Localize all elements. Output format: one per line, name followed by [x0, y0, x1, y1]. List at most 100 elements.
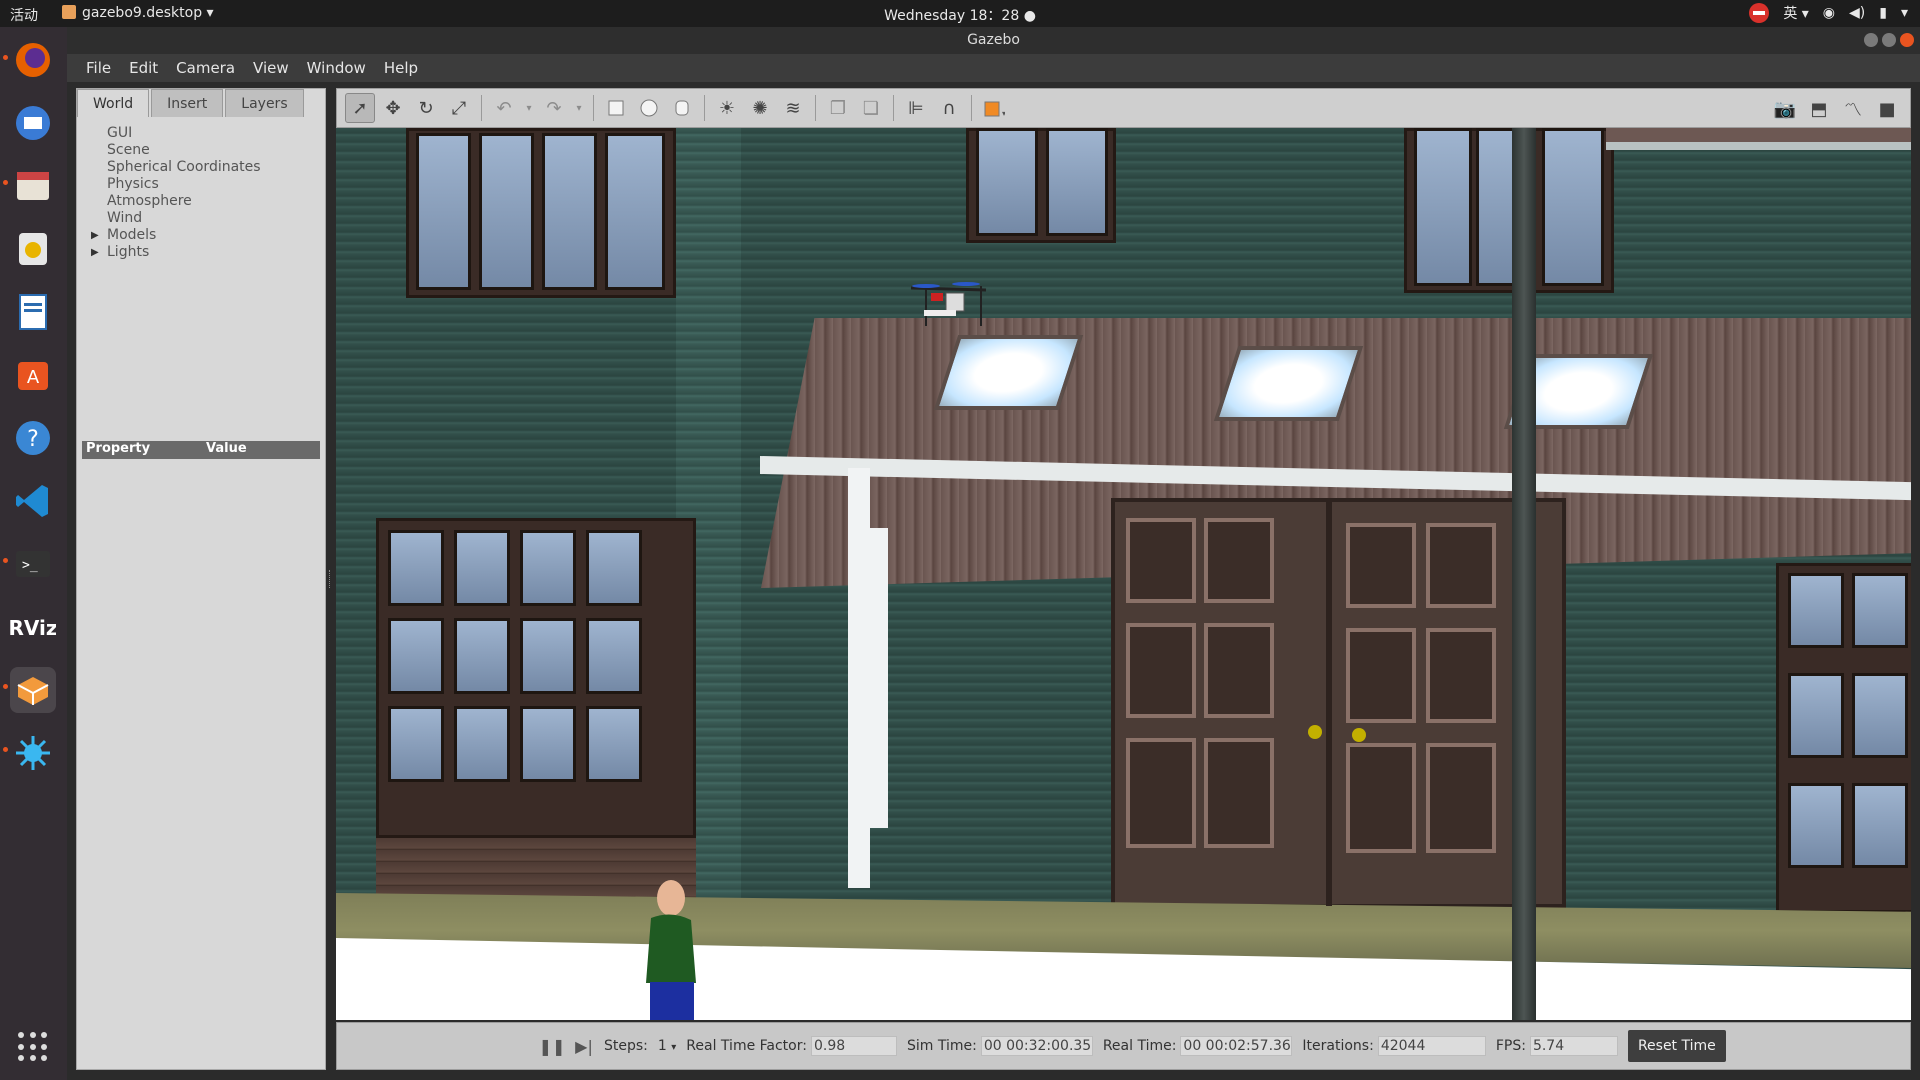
tree-item-spherical-coordinates[interactable]: Spherical Coordinates	[87, 159, 261, 176]
steps-spinner[interactable]: 1 ▾	[658, 1038, 676, 1054]
thunderbird-icon[interactable]	[10, 100, 56, 146]
tree-item-lights[interactable]: ▶ Lights	[87, 244, 261, 261]
window-pane	[520, 706, 576, 782]
tree-item-scene[interactable]: Scene	[87, 142, 261, 159]
gazebo-icon[interactable]	[10, 667, 56, 713]
menu-file[interactable]: File	[77, 59, 120, 77]
window-pane	[454, 530, 510, 606]
scale-mode-icon[interactable]: ⤢	[444, 93, 474, 123]
terminal-icon[interactable]: >_	[10, 541, 56, 587]
tree-item-models[interactable]: ▶ Models	[87, 227, 261, 244]
window-pane	[1852, 673, 1908, 758]
record-video-icon[interactable]: ■	[1872, 94, 1902, 124]
menu-window[interactable]: Window	[298, 59, 375, 77]
fps-label: FPS:	[1495, 1038, 1526, 1054]
cylinder-shape-icon[interactable]	[667, 93, 697, 123]
box-shape-icon[interactable]	[601, 93, 631, 123]
tab-world[interactable]: World	[77, 89, 150, 117]
clock[interactable]: Wednesday 18：28	[884, 8, 1019, 24]
select-mode-icon[interactable]: ➚	[345, 93, 375, 123]
rviz-icon[interactable]: RViz	[10, 604, 56, 650]
window-pane	[388, 530, 444, 606]
system-menu-chevron-icon[interactable]: ▾	[1901, 5, 1908, 21]
window-pane	[976, 128, 1038, 236]
notification-dot-icon: ●	[1023, 8, 1036, 24]
world-tree: GUI Scene Spherical Coordinates Physics …	[87, 125, 261, 261]
value-column-header[interactable]: Value	[202, 441, 247, 459]
app-menu[interactable]: gazebo9.desktop ▾	[62, 5, 214, 21]
align-icon[interactable]: ⊫	[901, 93, 931, 123]
property-column-header[interactable]: Property	[82, 441, 202, 459]
translate-mode-icon[interactable]: ✥	[378, 93, 408, 123]
input-method-label: 英	[1783, 6, 1798, 22]
walking-person-model[interactable]	[636, 878, 706, 1020]
copy-icon[interactable]: ❐	[823, 93, 853, 123]
show-applications-icon[interactable]	[18, 1032, 48, 1062]
reset-time-button[interactable]: Reset Time	[1627, 1030, 1726, 1062]
activities-button[interactable]: 活动	[10, 5, 38, 25]
tab-layers[interactable]: Layers	[225, 89, 304, 117]
do-not-disturb-icon[interactable]	[1749, 3, 1770, 23]
steps-chevron-icon[interactable]: ▾	[671, 1042, 676, 1053]
svg-text:?: ?	[27, 427, 39, 452]
expand-arrow-icon[interactable]: ▶	[91, 227, 99, 244]
sim-time-label: Sim Time:	[906, 1038, 977, 1054]
directional-light-icon[interactable]: ≋	[778, 93, 808, 123]
input-method-indicator[interactable]: 英 ▾	[1783, 3, 1808, 23]
paste-icon[interactable]: ❏	[856, 93, 886, 123]
sim-time-value: 00 00:32:00.352	[980, 1036, 1093, 1056]
battery-icon[interactable]: ▮	[1879, 5, 1887, 21]
menu-camera[interactable]: Camera	[167, 59, 244, 77]
running-indicator	[3, 55, 8, 60]
rotate-mode-icon[interactable]: ↻	[411, 93, 441, 123]
minimize-button[interactable]	[1864, 33, 1878, 47]
dock: A ? >_ RViz	[0, 27, 67, 1080]
system-tray: 英 ▾ ◉ ◀) ▮ ▾	[1749, 3, 1908, 23]
iterations-label: Iterations:	[1302, 1038, 1374, 1054]
tree-item-gui[interactable]: GUI	[87, 125, 261, 142]
pause-icon[interactable]: ❚❚	[539, 1036, 566, 1056]
wifi-icon[interactable]: ◉	[1823, 5, 1835, 21]
maximize-button[interactable]	[1882, 33, 1896, 47]
undo-history-chevron-icon[interactable]: ▾	[522, 93, 536, 123]
real-time-value: 00 00:02:57.366	[1180, 1036, 1293, 1056]
software-center-icon[interactable]: A	[10, 352, 56, 398]
firefox-icon[interactable]	[10, 37, 56, 83]
tree-item-atmosphere[interactable]: Atmosphere	[87, 193, 261, 210]
step-icon[interactable]: ▶|	[574, 1036, 594, 1056]
view-angle-icon[interactable]: ▾	[979, 93, 1009, 123]
snap-icon[interactable]: ∩	[934, 93, 964, 123]
menu-help[interactable]: Help	[375, 59, 427, 77]
screenshot-icon[interactable]: 📷	[1770, 94, 1800, 124]
writer-icon[interactable]	[10, 289, 56, 335]
real-time-label: Real Time:	[1102, 1038, 1177, 1054]
redo-history-chevron-icon[interactable]: ▾	[572, 93, 586, 123]
tree-item-label: Atmosphere	[107, 193, 192, 209]
quadcopter-drone[interactable]	[906, 278, 996, 333]
3d-viewport[interactable]	[336, 128, 1911, 1020]
tree-item-physics[interactable]: Physics	[87, 176, 261, 193]
plot-icon[interactable]: 〽	[1838, 94, 1868, 124]
undo-icon[interactable]: ↶	[489, 93, 519, 123]
sphere-shape-icon[interactable]	[634, 93, 664, 123]
window-pane	[586, 530, 642, 606]
files-icon[interactable]	[10, 163, 56, 209]
spot-light-icon[interactable]: ✺	[745, 93, 775, 123]
point-light-icon[interactable]: ☀	[712, 93, 742, 123]
expand-arrow-icon[interactable]: ▶	[91, 244, 99, 261]
volume-icon[interactable]: ◀)	[1849, 5, 1865, 21]
door-panel	[1426, 523, 1496, 608]
window-pane	[416, 133, 471, 290]
tree-item-wind[interactable]: Wind	[87, 210, 261, 227]
ros-app-icon[interactable]	[10, 730, 56, 776]
vscode-icon[interactable]	[10, 478, 56, 524]
rhythmbox-icon[interactable]	[10, 226, 56, 272]
menu-edit[interactable]: Edit	[120, 59, 167, 77]
menu-view[interactable]: View	[244, 59, 298, 77]
close-button[interactable]	[1900, 33, 1914, 47]
tab-insert[interactable]: Insert	[151, 89, 224, 117]
log-icon[interactable]: ⬒	[1804, 94, 1834, 124]
redo-icon[interactable]: ↷	[539, 93, 569, 123]
help-icon[interactable]: ?	[10, 415, 56, 461]
panel-splitter-handle[interactable]	[329, 570, 332, 588]
